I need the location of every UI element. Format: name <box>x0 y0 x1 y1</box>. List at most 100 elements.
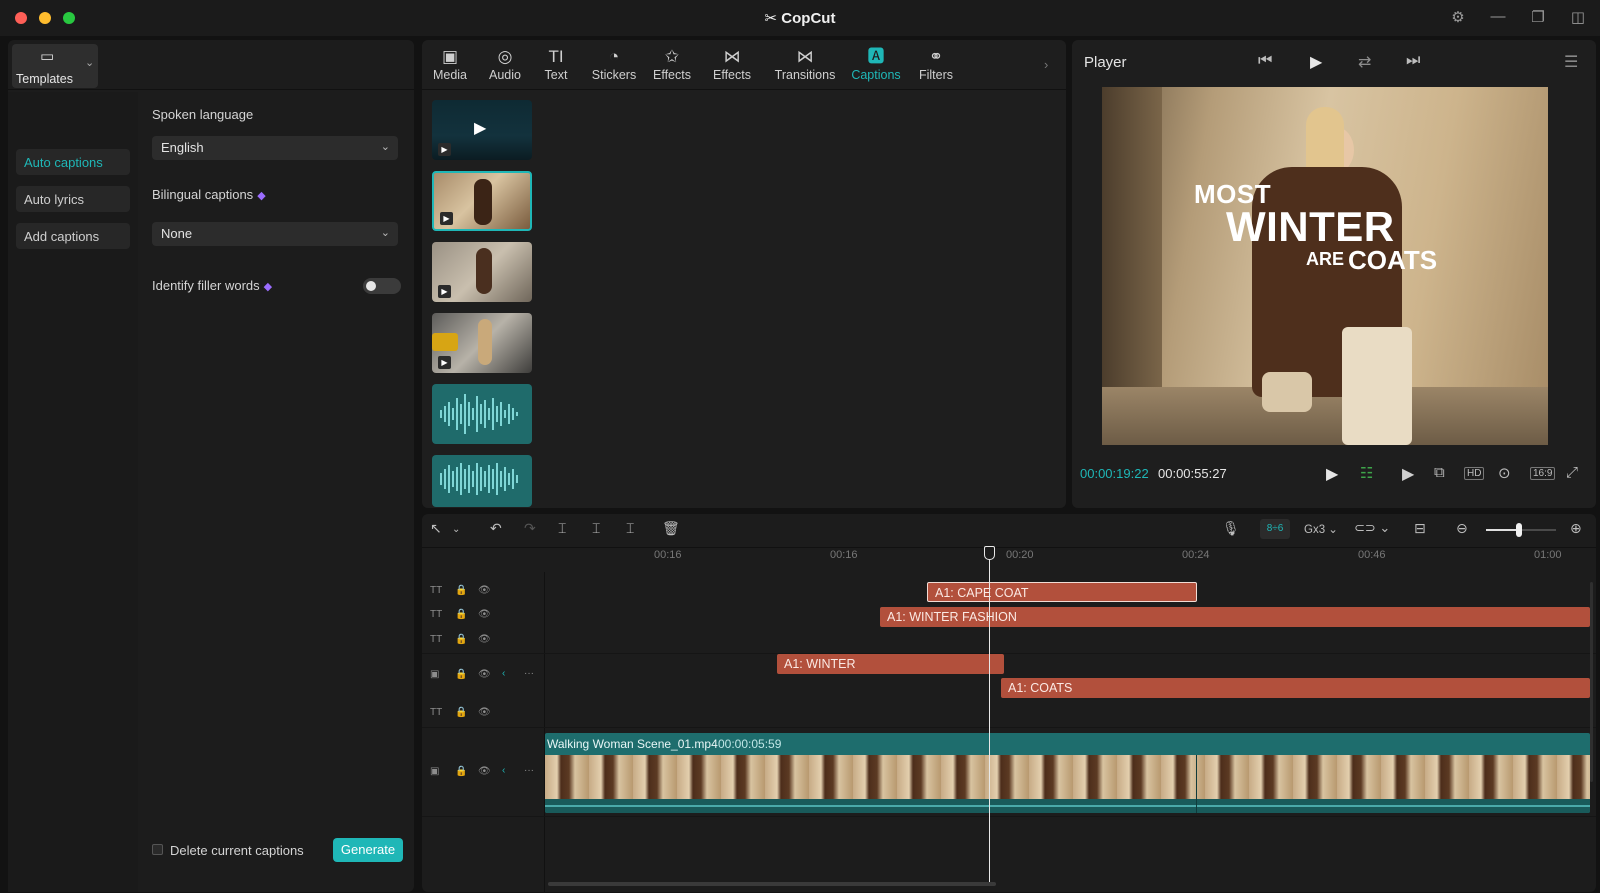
fullscreen-icon[interactable]: ⤢ <box>1566 464 1578 481</box>
lock-icon[interactable]: 🔒 <box>455 669 467 680</box>
subtab-auto-captions[interactable]: Auto captions <box>16 149 130 175</box>
delete-icon[interactable]: 🗑 <box>662 520 680 537</box>
lock-icon[interactable]: 🔒 <box>455 634 467 645</box>
microphone-icon[interactable]: 🎙 <box>1222 520 1240 537</box>
filler-words-label: Identify filler words ◆ <box>152 278 273 293</box>
audio-thumbnail[interactable] <box>432 384 532 444</box>
zoom-out-icon[interactable]: ⊖ <box>1456 520 1468 537</box>
eye-icon[interactable]: 👁 <box>478 634 491 645</box>
thumbnail-figure <box>476 248 492 294</box>
generate-button[interactable]: Generate <box>333 838 403 862</box>
text-track-icon: TT <box>430 585 443 596</box>
tool-captions[interactable]: 🅰 Captions <box>848 46 904 82</box>
caption-clip[interactable]: A1: WINTER <box>777 654 1004 674</box>
bilingual-captions-select[interactable]: None ⌄ <box>152 222 398 246</box>
tool-transitions[interactable]: ⋈ Transitions <box>770 46 840 82</box>
preview-play-icon[interactable]: ▶ <box>1326 464 1338 484</box>
chevron-down-icon[interactable]: ⌄ <box>452 524 460 535</box>
playhead[interactable] <box>989 548 990 882</box>
undo-icon[interactable]: ↶ <box>490 520 502 537</box>
media-thumbnail[interactable]: ▶ <box>432 313 532 373</box>
zoom-slider-handle[interactable] <box>1516 523 1522 537</box>
video-clip[interactable]: Walking Woman Scene_01.mp4 00:00:05:59 <box>545 733 1590 813</box>
premium-gem-icon: ◆ <box>257 190 266 202</box>
audio-thumbnail[interactable] <box>432 455 532 507</box>
subtab-add-captions[interactable]: Add captions <box>16 223 130 249</box>
trim-left-icon[interactable]: ⌶ <box>592 520 600 537</box>
audio-link-icon[interactable]: ‹ <box>502 668 505 679</box>
tool-filters[interactable]: ⚭ Filters <box>912 46 960 82</box>
horizontal-scrollbar[interactable] <box>548 882 996 886</box>
speed-select[interactable]: Gx3 ⌄ <box>1304 522 1338 536</box>
lock-icon[interactable]: 🔒 <box>455 585 467 596</box>
tool-media[interactable]: ▣ Media <box>426 46 474 82</box>
video-track-icon: ▣ <box>430 766 440 777</box>
skip-forward-icon[interactable]: ⏭ <box>1406 52 1420 70</box>
tick-label: 00:20 <box>1006 549 1034 561</box>
redo-icon[interactable]: ↷ <box>524 520 536 537</box>
more-icon[interactable]: ··· <box>524 668 534 679</box>
text-track-icon: TT <box>430 609 443 620</box>
restore-icon[interactable]: ❐ <box>1528 8 1548 26</box>
crop-icon[interactable]: ⧉ <box>1434 464 1445 481</box>
zoom-in-icon[interactable]: ⊕ <box>1570 520 1582 537</box>
spoken-language-select[interactable]: English ⌄ <box>152 136 398 160</box>
caption-clip[interactable]: A1: COATS <box>1001 678 1590 698</box>
link-toggle[interactable]: 8÷6 <box>1260 519 1290 539</box>
audio-link-icon[interactable]: ‹ <box>502 765 505 776</box>
eye-icon[interactable]: 👁 <box>478 669 491 680</box>
eye-icon[interactable]: 👁 <box>478 609 491 620</box>
tool-effects-2[interactable]: ⋈ Effects <box>708 46 756 82</box>
snapshot-icon[interactable]: ⊙ <box>1498 464 1511 482</box>
loop-icon[interactable]: ⇄ <box>1358 52 1371 72</box>
eye-icon[interactable]: 👁 <box>478 585 491 596</box>
magnet-select[interactable]: ⊂⊃ ⌄ <box>1354 520 1390 536</box>
play-icon[interactable]: ▶ <box>1310 52 1322 72</box>
minimize-icon[interactable]: — <box>1488 8 1508 25</box>
lock-icon[interactable]: 🔒 <box>455 766 467 777</box>
eye-icon[interactable]: 👁 <box>478 707 491 718</box>
media-thumbnail-selected[interactable]: ▶ <box>432 171 532 231</box>
video-preview[interactable]: MOST WINTER ARE COATS <box>1102 87 1548 445</box>
media-thumbnail[interactable]: ▶ ▶ <box>432 100 532 160</box>
captions-icon: 🅰 <box>867 47 885 66</box>
settings-icon[interactable]: ⚙ <box>1448 8 1468 26</box>
chevron-right-icon[interactable]: › <box>1044 57 1048 72</box>
tool-audio[interactable]: ◎ Audio <box>482 46 528 82</box>
templates-dropdown-chevron-icon[interactable]: ⌄ <box>85 56 94 69</box>
layout-icon[interactable]: ◫ <box>1568 8 1588 26</box>
vertical-scrollbar[interactable] <box>1590 582 1593 782</box>
chevron-down-icon: ⌄ <box>380 227 390 239</box>
caption-preview-icon[interactable]: ⊟ <box>1414 520 1426 537</box>
skip-back-icon[interactable]: ⏮ <box>1258 52 1272 70</box>
select-tool-icon[interactable]: ↖ <box>430 520 442 537</box>
trim-right-icon[interactable]: ⌶ <box>626 520 634 537</box>
zoom-slider[interactable] <box>1486 523 1556 537</box>
waveform-icon <box>440 394 518 434</box>
media-thumbnail[interactable]: ▶ <box>432 242 532 302</box>
lock-icon[interactable]: 🔒 <box>455 609 467 620</box>
lock-icon[interactable]: 🔒 <box>455 707 467 718</box>
tool-text[interactable]: TI Text <box>536 46 576 82</box>
quality-icon[interactable]: HD <box>1464 467 1485 480</box>
playhead-handle[interactable] <box>984 546 995 560</box>
tick-label: 00:46 <box>1358 549 1386 561</box>
subtab-auto-lyrics[interactable]: Auto lyrics <box>16 186 130 212</box>
tool-effects[interactable]: ✩ Effects <box>648 46 696 82</box>
ratio-icon[interactable]: 16:9 <box>1530 467 1556 480</box>
track-header-divider <box>544 572 545 892</box>
timeline-view-icon[interactable]: ☷ <box>1360 464 1373 482</box>
delete-captions-checkbox[interactable] <box>152 844 163 855</box>
filler-words-toggle[interactable] <box>363 278 401 294</box>
menu-icon[interactable]: ☰ <box>1564 52 1578 72</box>
more-icon[interactable]: ··· <box>524 765 534 776</box>
tool-stickers[interactable]: ◔ Stickers <box>586 46 642 82</box>
eye-icon[interactable]: 👁 <box>478 766 491 777</box>
caption-clip[interactable]: A1: CAPE COAT <box>927 582 1197 602</box>
split-icon[interactable]: ⌶ <box>558 520 566 537</box>
play-full-icon[interactable]: ▶ <box>1402 464 1414 484</box>
time-ruler[interactable] <box>544 548 1590 572</box>
caption-clip[interactable]: A1: WINTER FASHION <box>880 607 1590 627</box>
current-time: 00:00:19:22 <box>1080 466 1149 481</box>
video-badge-icon: ▶ <box>438 143 451 156</box>
